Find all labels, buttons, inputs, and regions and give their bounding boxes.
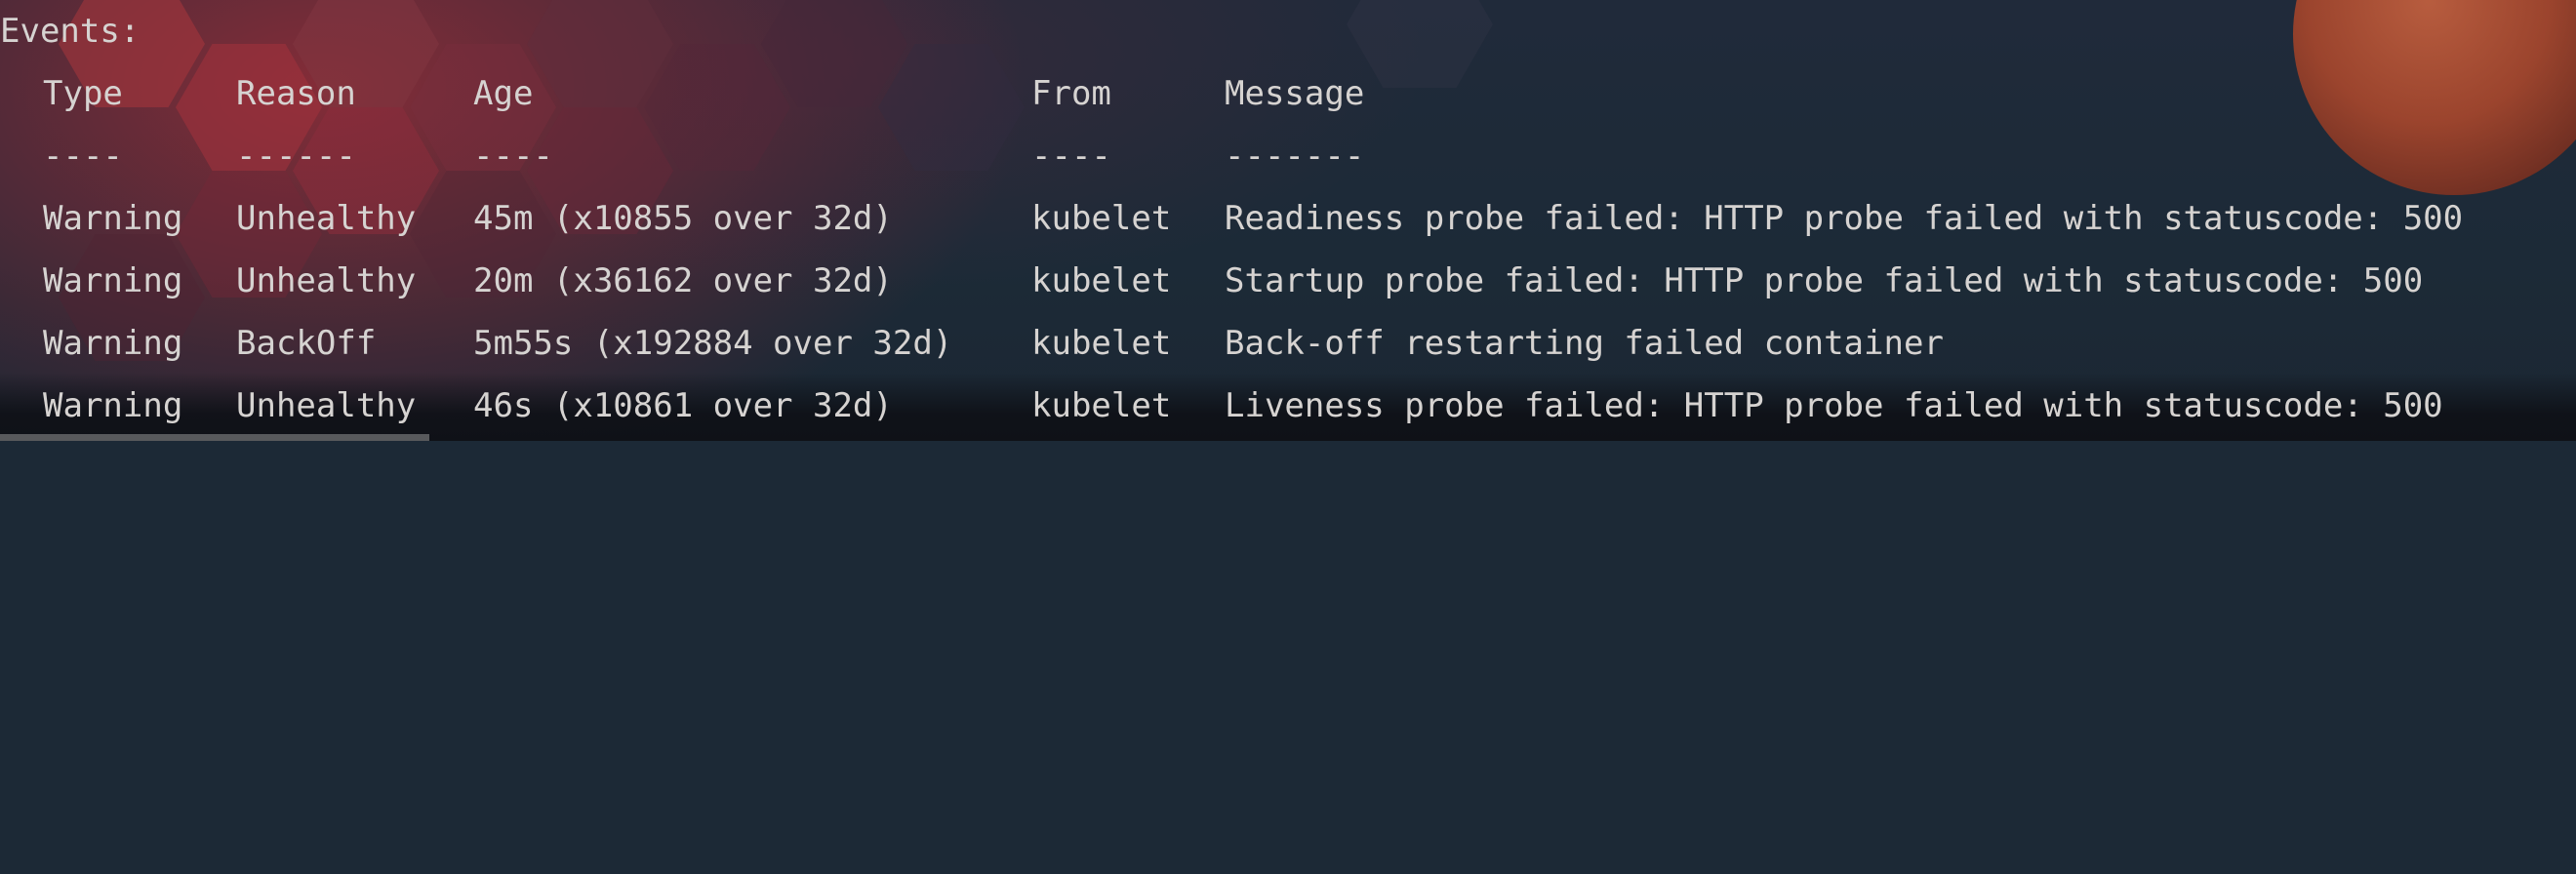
event-row: Warning BackOff 5m55s (x192884 over 32d)… [0,312,1944,375]
event-row: Warning Unhealthy 20m (x36162 over 32d) … [0,250,2423,312]
event-from: kubelet [1031,386,1172,425]
column-header-reason: Reason [236,74,356,113]
column-header-age: Age [473,74,534,113]
separator-type: ---- [43,137,123,176]
separator-from: ---- [1031,137,1111,176]
event-age: 5m55s (x192884 over 32d) [473,324,953,363]
horizontal-scrollbar[interactable] [0,434,429,441]
event-from: kubelet [1031,261,1172,300]
events-heading: Events: [0,0,140,62]
column-header-message: Message [1225,74,1365,113]
event-type: Warning [43,261,183,300]
events-heading-text: Events: [0,12,141,51]
events-separator-row: ---- ------ ---- ---- ------- [0,125,1364,187]
event-type: Warning [43,324,183,363]
event-row: Warning Unhealthy 46s (x10861 over 32d) … [0,375,2443,437]
event-reason: Unhealthy [236,261,417,300]
event-age: 20m (x36162 over 32d) [473,261,893,300]
event-from: kubelet [1031,199,1172,238]
event-age: 46s (x10861 over 32d) [473,386,893,425]
events-header-row: Type Reason Age From Message [0,62,1364,125]
event-type: Warning [43,199,183,238]
event-message: Readiness probe failed: HTTP probe faile… [1225,199,2464,238]
event-reason: Unhealthy [236,386,417,425]
event-row: Warning Unhealthy 45m (x10855 over 32d) … [0,187,2463,250]
terminal-output: Events: Type Reason Age From Message ---… [0,0,2576,441]
event-age: 45m (x10855 over 32d) [473,199,893,238]
event-message: Back-off restarting failed container [1225,324,1944,363]
separator-reason: ------ [236,137,356,176]
event-type: Warning [43,386,183,425]
column-header-type: Type [43,74,123,113]
event-message: Startup probe failed: HTTP probe failed … [1225,261,2424,300]
event-reason: Unhealthy [236,199,417,238]
separator-age: ---- [473,137,553,176]
column-header-from: From [1031,74,1111,113]
separator-message: ------- [1225,137,1365,176]
event-reason: BackOff [236,324,377,363]
event-message: Liveness probe failed: HTTP probe failed… [1225,386,2443,425]
event-from: kubelet [1031,324,1172,363]
